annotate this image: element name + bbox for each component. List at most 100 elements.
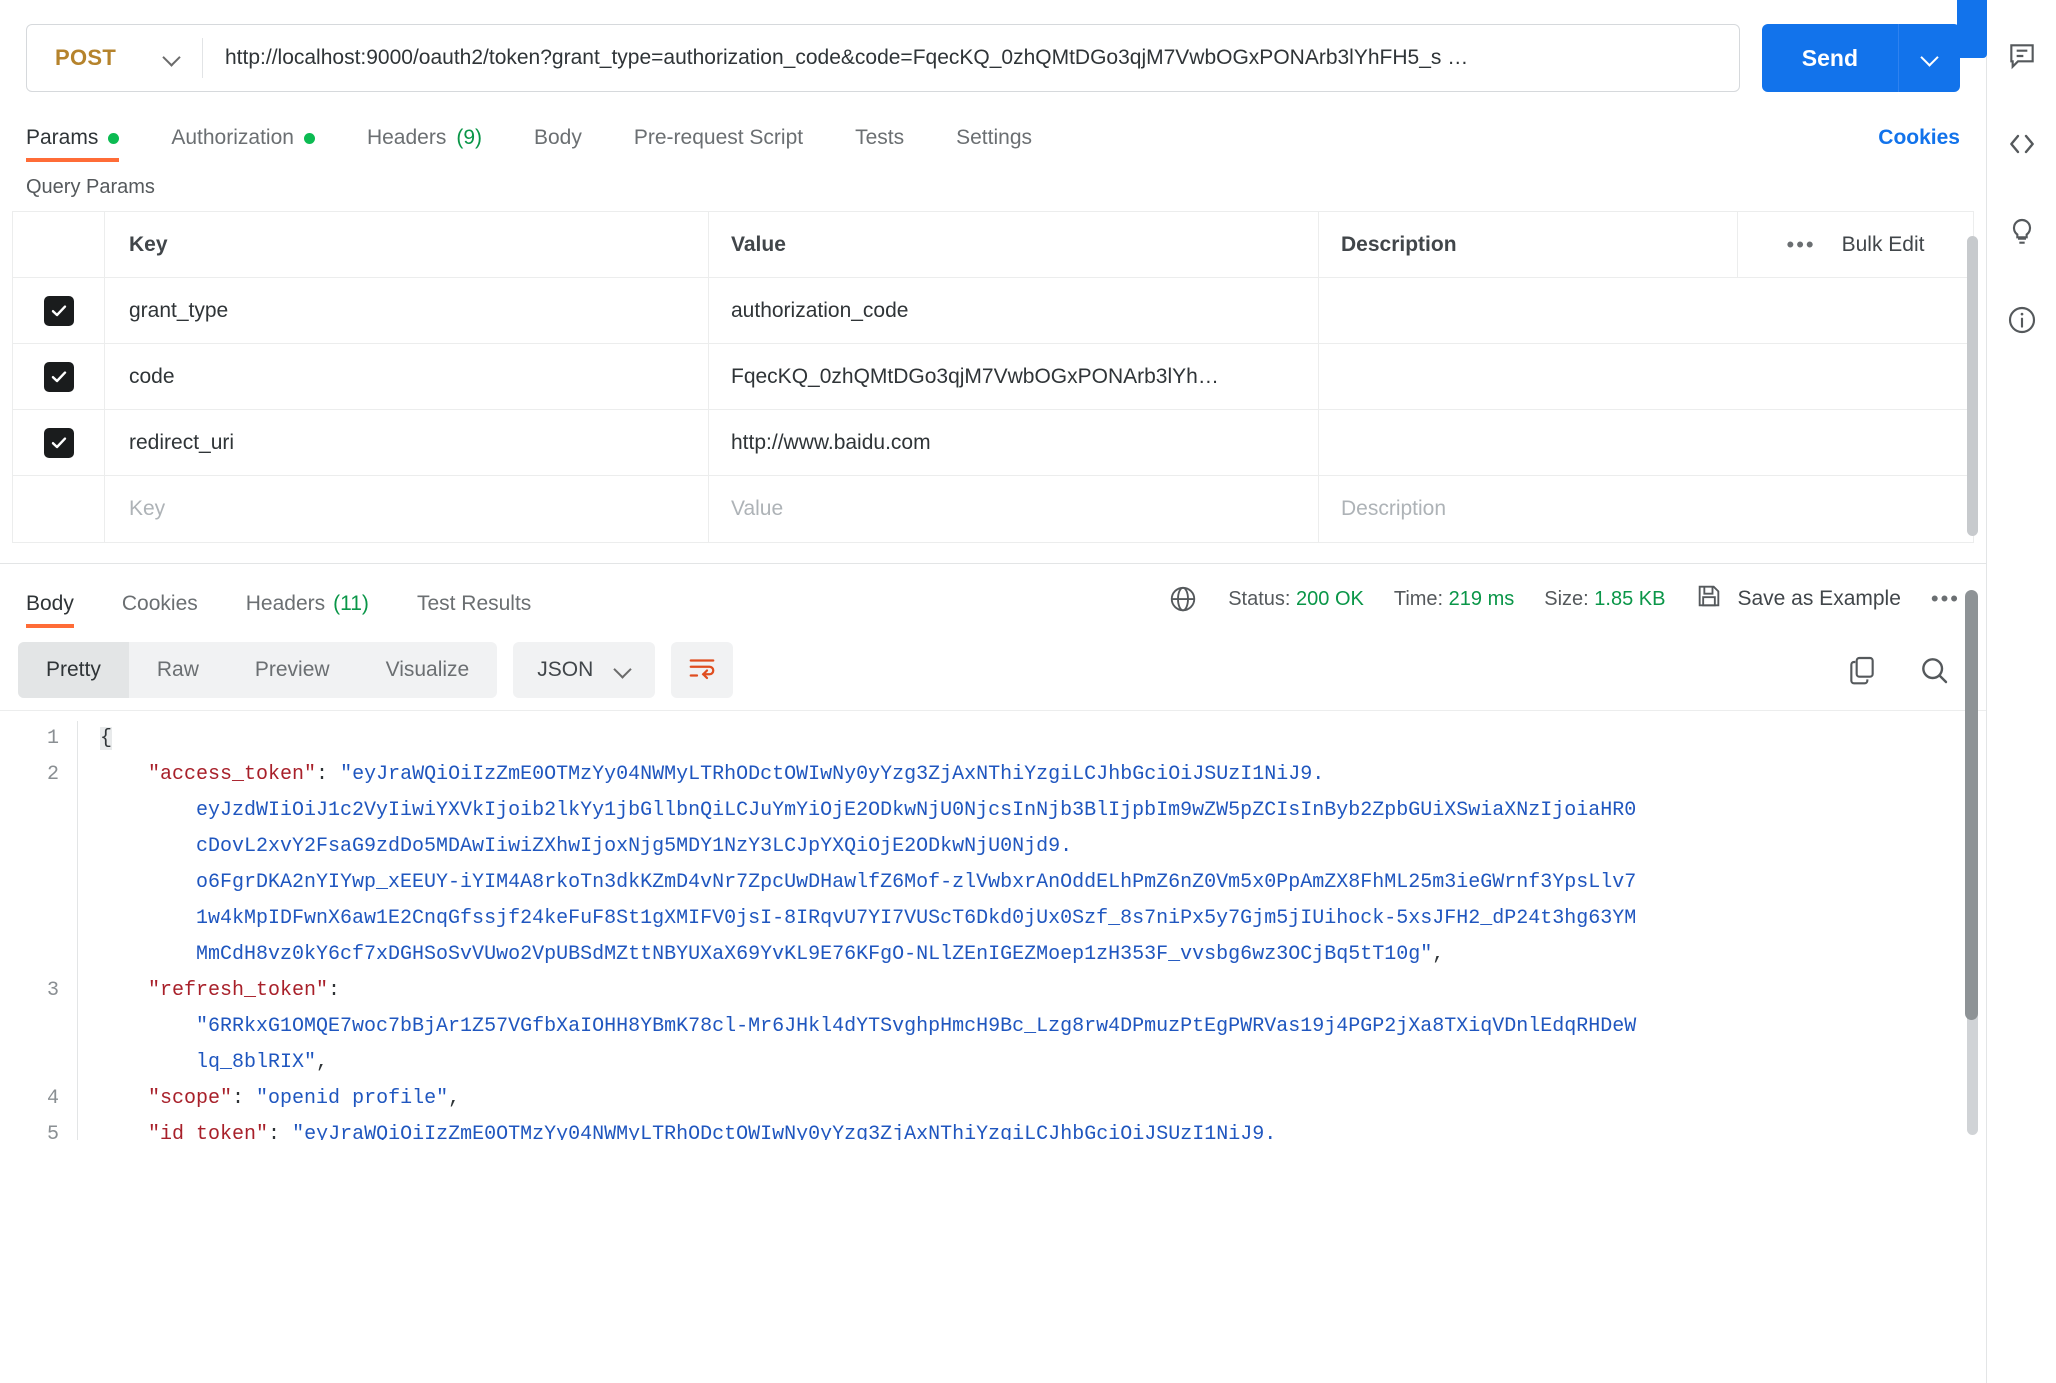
row-checkbox-cell[interactable] [13,410,105,475]
tab-headers[interactable]: Headers (9) [341,126,508,162]
tab-settings[interactable]: Settings [930,126,1058,162]
wrap-lines-button[interactable] [671,642,734,698]
tab-body[interactable]: Body [508,126,608,162]
http-method-selector[interactable]: POST [27,25,202,91]
tab-params[interactable]: Params [26,126,145,162]
cookies-link[interactable]: Cookies [1878,126,1960,162]
send-button[interactable]: Send [1761,24,1898,92]
line-number [0,901,59,937]
row-checkbox-cell[interactable] [13,344,105,409]
table-row[interactable]: redirect_uri http://www.baidu.com [13,410,1973,476]
send-button-overflow [1957,0,1987,58]
main-column: POST http://localhost:9000/oauth2/token?… [0,0,1986,1383]
tab-authorization[interactable]: Authorization [145,126,341,162]
url-input-box[interactable]: POST http://localhost:9000/oauth2/token?… [26,24,1740,92]
row-description-cell[interactable] [1319,278,1973,343]
row-value-cell[interactable]: http://www.baidu.com [709,410,1319,475]
info-icon[interactable] [2004,302,2040,338]
tab-tests[interactable]: Tests [829,126,930,162]
query-params-table: Key Value Description ••• Bulk Edit gran… [12,211,1974,543]
code-token: MmCdH8vz0kY6cf7xDGHSoSvVUwo2VpUBSdMZttNB… [196,943,1433,966]
table-row-empty[interactable]: Key Value Description [13,476,1973,542]
response-tabs: Body Cookies Headers (11) Test Results [26,592,555,628]
line-number: 5 [46,1123,59,1140]
tab-pre-request-script[interactable]: Pre-request Script [608,126,829,162]
checkbox-checked-icon[interactable] [43,361,74,392]
tab-response-headers[interactable]: Headers (11) [222,592,393,628]
view-mode-visualize[interactable]: Visualize [358,642,498,698]
table-row[interactable]: code FqecKQ_0zhQMtDGo3qjM7VwbOGxPONArb3l… [13,344,1973,410]
bulk-edit-group: ••• Bulk Edit [1737,212,1973,277]
line-number: 1 [46,727,59,750]
code-token: , [1432,943,1445,966]
code-line: MmCdH8vz0kY6cf7xDGHSoSvVUwo2VpUBSdMZttNB… [100,937,1986,973]
send-options-button[interactable] [1898,24,1960,92]
more-options-icon[interactable]: ••• [1787,232,1816,258]
tab-response-cookies[interactable]: Cookies [98,592,222,628]
row-checkbox-cell[interactable] [13,476,105,542]
response-header: Body Cookies Headers (11) Test Results S… [0,564,1986,628]
code-token: o6FgrDKA2nYIYwp_xEEUY-iYIM4A8rkoTn3dkKZm… [196,871,1637,894]
tab-label: Body [26,592,74,615]
postman-window: POST http://localhost:9000/oauth2/token?… [0,0,2056,1383]
code-token: lq_8blRIX" [196,1051,317,1074]
code-token: : [268,1123,293,1140]
response-body-code[interactable]: 12 3 45 6 { "access_token": "eyJraWQiOiI… [0,710,1986,1140]
tab-test-results[interactable]: Test Results [393,592,555,628]
row-key-cell[interactable]: grant_type [105,278,709,343]
time-value: 219 ms [1448,587,1515,610]
tab-label: Body [534,126,582,149]
code-line: { [100,721,1986,757]
view-mode-pretty[interactable]: Pretty [18,642,129,698]
code-line: cDovL2xvY2FsaG9zdDo5MDAwIiwiZXhwIjoxNjg5… [100,829,1986,865]
copy-icon[interactable] [1846,654,1878,686]
row-value-cell[interactable]: Value [709,476,1319,542]
code-line: "6RRkxG1OMQE7woc7bBjAr1Z57VGfbXaIOHH8YBm… [100,1009,1986,1045]
row-key-cell[interactable]: redirect_uri [105,410,709,475]
bulk-edit-button[interactable]: Bulk Edit [1842,233,1925,257]
tab-label: Cookies [121,592,198,615]
query-params-title: Query Params [26,176,155,198]
tab-count: (9) [456,126,482,149]
code-line: eyJzdWIiOiJ1c2VyIiwiYXVkIjoib2lkYy1jbGll… [100,793,1986,829]
format-selector[interactable]: JSON [513,642,656,698]
line-number [0,1045,59,1081]
page-scrollbar[interactable] [1965,590,1978,1020]
params-scrollbar[interactable] [1967,236,1978,536]
checkbox-checked-icon[interactable] [43,295,74,326]
response-more-options-icon[interactable]: ••• [1931,586,1960,612]
code-token: , [448,1087,461,1110]
code-token: : [328,979,341,1002]
modified-dot-icon [303,132,315,144]
row-key-cell[interactable]: code [105,344,709,409]
row-description-cell[interactable] [1319,344,1973,409]
code-content[interactable]: { "access_token": "eyJraWQiOiIzZmE0OTMzY… [78,721,1986,1140]
code-inner: 12 3 45 6 { "access_token": "eyJraWQiOiI… [0,711,1986,1140]
table-row[interactable]: grant_type authorization_code [13,278,1973,344]
row-key-cell[interactable]: Key [105,476,709,542]
comment-icon[interactable] [2004,38,2040,74]
row-description-cell[interactable] [1319,410,1973,475]
row-description-cell[interactable]: Description [1319,476,1973,542]
code-token: , [316,1051,329,1074]
lightbulb-icon[interactable] [2004,214,2040,250]
tab-response-body[interactable]: Body [26,592,98,628]
save-as-example-button[interactable]: Save as Example [1695,582,1901,616]
checkbox-checked-icon[interactable] [43,427,74,458]
search-icon[interactable] [1918,654,1950,686]
code-icon[interactable] [2004,126,2040,162]
code-token: : [232,1087,257,1110]
view-mode-raw[interactable]: Raw [129,642,227,698]
view-mode-preview[interactable]: Preview [227,642,358,698]
send-group: Send [1761,24,1960,92]
row-checkbox-cell[interactable] [13,278,105,343]
code-token: eyJzdWIiOiJ1c2VyIiwiYXVkIjoib2lkYy1jbGll… [196,799,1637,822]
row-value-cell[interactable]: FqecKQ_0zhQMtDGo3qjM7VwbOGxPONArb3lYh… [709,344,1319,409]
row-value-cell[interactable]: authorization_code [709,278,1319,343]
url-input[interactable]: http://localhost:9000/oauth2/token?grant… [203,46,1739,70]
